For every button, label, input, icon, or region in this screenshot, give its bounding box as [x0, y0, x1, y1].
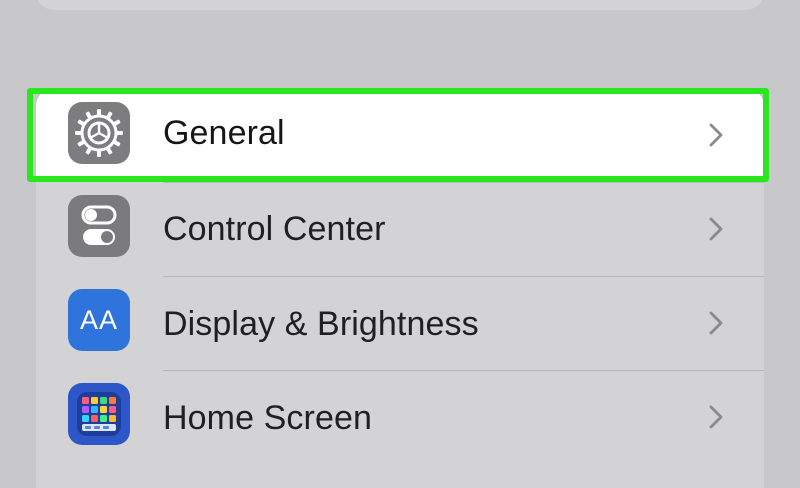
settings-item-label: Display & Brightness: [163, 305, 479, 343]
top-settings-card: [36, 0, 764, 10]
chevron-right-icon: [709, 405, 723, 429]
display-brightness-icon-text: AA: [79, 305, 119, 335]
gear-icon: [68, 102, 130, 164]
chevron-right-icon: [709, 311, 723, 335]
settings-item-label: Home Screen: [163, 399, 372, 437]
settings-item-label: Control Center: [163, 210, 386, 248]
settings-item-display-brightness[interactable]: AA Display & Brightness: [36, 276, 764, 370]
chevron-right-icon: [709, 217, 723, 241]
home-screen-icon: [68, 383, 130, 445]
settings-item-label: General: [163, 114, 285, 152]
settings-item-control-center[interactable]: Control Center: [36, 182, 764, 276]
control-center-icon: [68, 195, 130, 257]
settings-list: General Control Center AA Display & Brig…: [36, 88, 764, 488]
chevron-right-icon: [709, 123, 723, 147]
settings-item-general[interactable]: General: [36, 88, 764, 182]
display-brightness-icon: AA: [68, 289, 130, 351]
row-divider: [163, 370, 764, 371]
row-divider: [163, 276, 764, 277]
row-divider: [163, 182, 764, 183]
settings-item-home-screen[interactable]: Home Screen: [36, 370, 764, 464]
